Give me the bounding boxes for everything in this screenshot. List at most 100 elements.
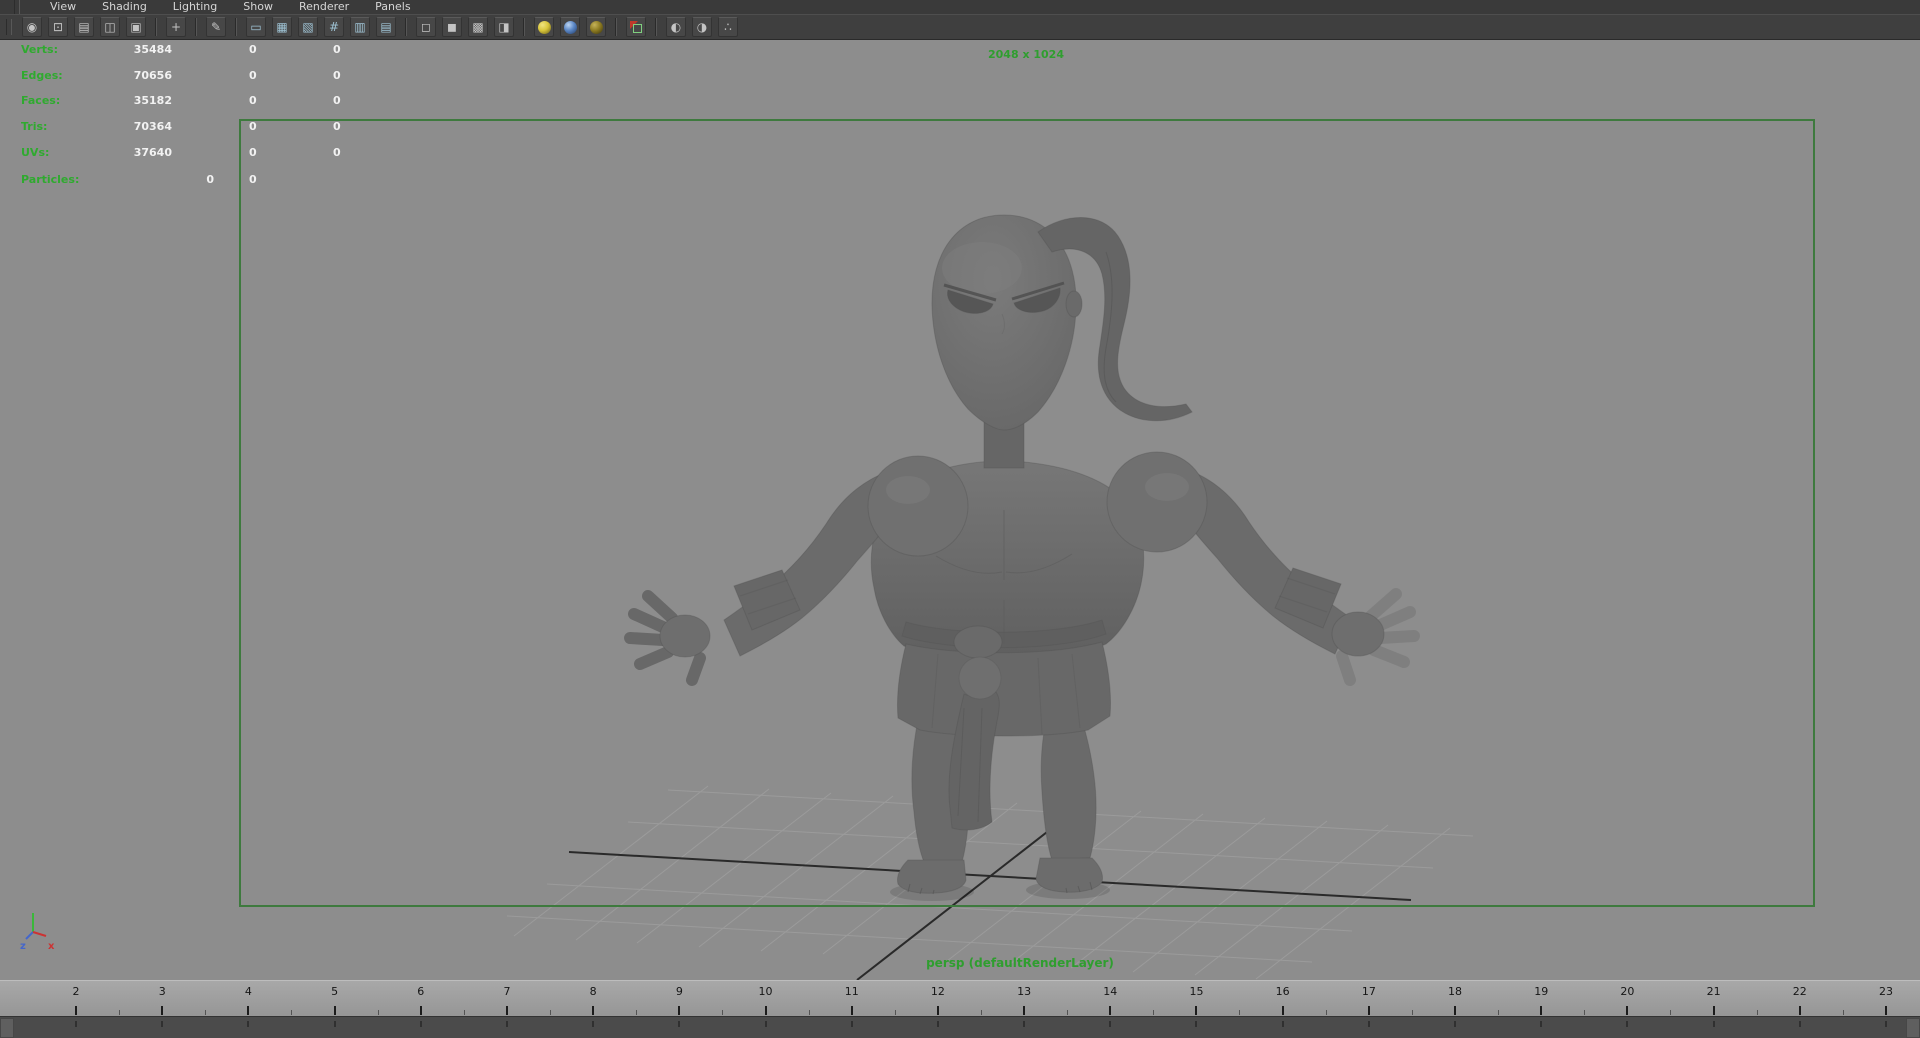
film-gate-icon[interactable]: ▭	[246, 17, 266, 37]
frame-tick	[1023, 1006, 1026, 1015]
toolbar-grip	[6, 19, 12, 35]
frame-label: 5	[331, 985, 339, 998]
hud-col2-value: 0	[249, 69, 257, 82]
hud-col3-value: 0	[333, 120, 341, 133]
frame-label: 11	[844, 985, 859, 998]
toolbar-separator	[155, 18, 157, 36]
frame-minor-tick	[205, 1010, 207, 1015]
select-camera-icon[interactable]: ◉	[22, 17, 42, 37]
frame-minor-tick	[1756, 1010, 1758, 1015]
toolbar-separator	[405, 18, 407, 36]
all-lights-icon[interactable]	[534, 17, 554, 37]
field-chart-icon[interactable]: #	[324, 17, 344, 37]
resolution-gate-icon[interactable]: ▦	[272, 17, 292, 37]
range-start-handle[interactable]	[0, 1018, 14, 1038]
range-tick	[678, 1021, 681, 1027]
range-tick	[764, 1021, 767, 1027]
frame-minor-tick	[1067, 1010, 1069, 1015]
frame-label: 17	[1361, 985, 1376, 998]
range-tick	[1540, 1021, 1543, 1027]
frame-tick	[161, 1006, 164, 1015]
lock-camera-icon[interactable]: ⊡	[48, 17, 68, 37]
range-tick	[1109, 1021, 1112, 1027]
shaded-icon[interactable]: ◼	[442, 17, 462, 37]
frame-minor-tick	[1411, 1010, 1413, 1015]
isolate-select-icon[interactable]	[626, 17, 646, 37]
hud-col3-value: 0	[333, 69, 341, 82]
camera-attributes-icon[interactable]: ▤	[74, 17, 94, 37]
frame-label: 10	[758, 985, 773, 998]
textured-icon[interactable]: ▩	[468, 17, 488, 37]
shadows-icon-glyph	[563, 20, 577, 34]
frame-tick	[333, 1006, 336, 1015]
ambient-occlusion-icon[interactable]	[586, 17, 606, 37]
safe-action-icon[interactable]: ▥	[350, 17, 370, 37]
xray-joints-icon[interactable]: ◑	[692, 17, 712, 37]
frame-tick	[1712, 1006, 1715, 1015]
two-d-pan-zoom-icon[interactable]: +	[166, 17, 186, 37]
safe-title-icon[interactable]: ▤	[376, 17, 396, 37]
frame-minor-tick	[463, 1010, 465, 1015]
menu-item-renderer[interactable]: Renderer	[299, 0, 349, 14]
range-tick	[1281, 1021, 1284, 1027]
range-tick	[592, 1021, 595, 1027]
frame-minor-tick	[1498, 1010, 1500, 1015]
grease-pencil-icon[interactable]: ✎	[206, 17, 226, 37]
frame-minor-tick	[894, 1010, 896, 1015]
ambient-occlusion-icon-glyph	[589, 20, 603, 34]
frame-label: 23	[1878, 985, 1893, 998]
hud-row-particles: Particles: 0 0	[0, 172, 420, 188]
panel-toolbar: ◉ ⊡ ▤ ◫ ▣ + ✎ ▭ ▦ ▧ # ▥ ▤ ◻ ◼ ▩ ◨ ◐ ◑ ∴	[0, 14, 1920, 40]
menu-item-show[interactable]: Show	[243, 0, 273, 14]
maya-viewport-window: View Shading Lighting Show Renderer Panels ◉ ⊡…	[0, 0, 1920, 1038]
frame-label: 12	[930, 985, 945, 998]
frame-tick	[678, 1006, 681, 1015]
image-plane-icon[interactable]: ▣	[126, 17, 146, 37]
frame-tick	[1884, 1006, 1887, 1015]
z-axis-label: z	[20, 941, 26, 952]
hud-col2-value: 0	[249, 173, 257, 186]
frame-label: 20	[1620, 985, 1635, 998]
viewport-canvas[interactable]: Verts: 35484 0 0 Edges: 70656 0 0 Faces: 35182 0 0 T…	[0, 40, 1920, 980]
range-tick	[1712, 1021, 1715, 1027]
hud-col2-value: 0	[249, 146, 257, 159]
frame-tick	[1540, 1006, 1543, 1015]
hud-row-edges: Edges: 70656 0 0	[0, 68, 420, 84]
frame-minor-tick	[1153, 1010, 1155, 1015]
shadows-icon[interactable]	[560, 17, 580, 37]
time-slider[interactable]: 2 3 4 5 6 7 8 9 10 11 12 13 14 15 16 17 18 19 20 21 22 23	[0, 980, 1920, 1016]
hud-value: 70656	[133, 69, 172, 82]
menu-item-shading[interactable]: Shading	[102, 0, 147, 14]
frame-label: 7	[503, 985, 511, 998]
frame-tick	[764, 1006, 767, 1015]
all-lights-icon-glyph	[537, 20, 551, 34]
frame-minor-tick	[808, 1010, 810, 1015]
frame-tick	[1798, 1006, 1801, 1015]
hud-col3-value: 0	[333, 94, 341, 107]
range-tick	[936, 1021, 939, 1027]
plugin-shapes-icon[interactable]: ∴	[718, 17, 738, 37]
frame-label: 6	[417, 985, 425, 998]
frame-tick	[1281, 1006, 1284, 1015]
menu-item-panels[interactable]: Panels	[375, 0, 410, 14]
menu-item-lighting[interactable]: Lighting	[173, 0, 217, 14]
range-end-handle[interactable]	[1906, 1018, 1920, 1038]
frame-minor-tick	[549, 1010, 551, 1015]
frame-tick	[75, 1006, 77, 1015]
hud-col3-value: 0	[333, 146, 341, 159]
menubar-grip	[14, 0, 20, 15]
hud-row-faces: Faces: 35182 0 0	[0, 93, 420, 109]
range-slider[interactable]	[0, 1016, 1920, 1038]
frame-tick	[1454, 1006, 1457, 1015]
hud-col3-value: 0	[333, 43, 341, 56]
menu-item-view[interactable]: View	[50, 0, 76, 14]
gate-mask-icon[interactable]: ▧	[298, 17, 318, 37]
wireframe-icon[interactable]: ◻	[416, 17, 436, 37]
hud-value: 0	[206, 173, 214, 186]
frame-minor-tick	[636, 1010, 638, 1015]
bookmarks-icon[interactable]: ◫	[100, 17, 120, 37]
default-material-icon[interactable]: ◨	[494, 17, 514, 37]
xray-icon[interactable]: ◐	[666, 17, 686, 37]
frame-minor-tick	[119, 1010, 120, 1015]
resolution-gate-label: 2048 x 1024	[988, 48, 1064, 61]
